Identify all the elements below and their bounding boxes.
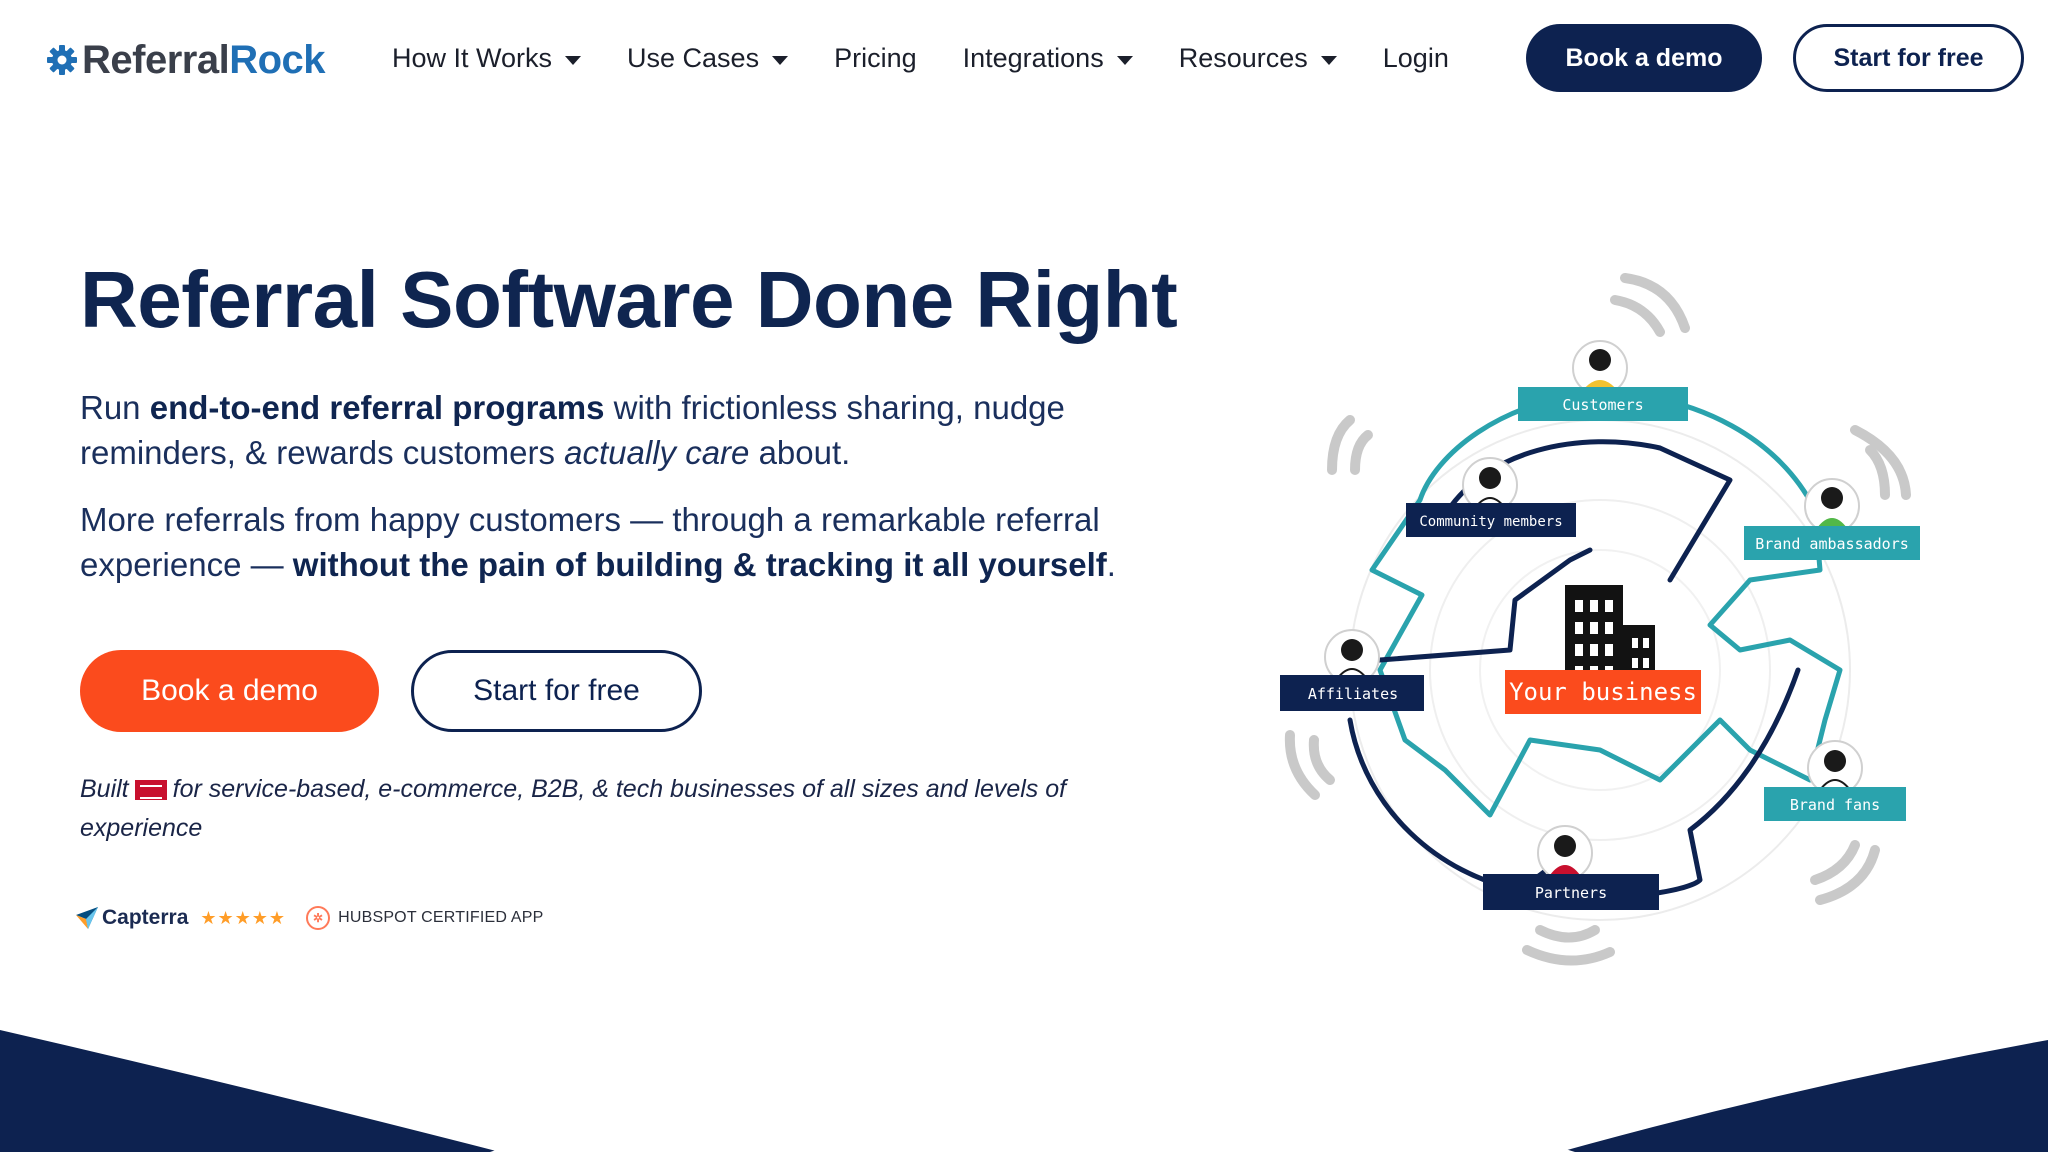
logo-wordmark: ReferralRock bbox=[82, 38, 326, 82]
menu-label: Pricing bbox=[834, 42, 917, 73]
wave-lowleft-2 bbox=[1308, 735, 1335, 785]
chevron-down-icon bbox=[565, 55, 582, 65]
top-nav: ReferralRock How It Works Use Cases Pric… bbox=[0, 0, 2048, 116]
wave-right-1 bbox=[1865, 445, 1890, 500]
partners-label: Partners bbox=[1535, 884, 1607, 902]
menu-resources[interactable]: Resources bbox=[1179, 43, 1337, 74]
capterra-badge[interactable]: Capterra ★★★★★ bbox=[76, 906, 286, 930]
text-run-bold: end-to-end referral programs bbox=[149, 389, 605, 426]
ambassadors-label: Brand ambassadors bbox=[1755, 535, 1909, 553]
capterra-arrow-icon bbox=[76, 907, 98, 929]
avatar-head bbox=[1479, 467, 1501, 489]
hero-book-demo-button[interactable]: Book a demo bbox=[80, 650, 379, 732]
your-business-label: Your business bbox=[1509, 678, 1697, 706]
avatar-head bbox=[1821, 487, 1843, 509]
trust-badges: Capterra ★★★★★ ✲ HUBSPOT CERTIFIED APP bbox=[76, 903, 544, 933]
referralrock-logo[interactable]: ReferralRock bbox=[46, 38, 326, 82]
bottom-wave-decoration bbox=[0, 1030, 2048, 1152]
wave-top-1 bbox=[1610, 295, 1665, 337]
menu-how-it-works[interactable]: How It Works bbox=[392, 42, 582, 74]
canada-flag-icon bbox=[134, 780, 167, 800]
referral-network-diagram: Your business Customers Community member… bbox=[1280, 273, 1920, 966]
wave-bottom-2 bbox=[1522, 945, 1615, 966]
hero-title: Referral Software Done Right bbox=[80, 255, 1178, 344]
menu-integrations[interactable]: Integrations bbox=[963, 43, 1133, 74]
affiliates-label: Affiliates bbox=[1308, 685, 1398, 703]
menu-login[interactable]: Login bbox=[1383, 43, 1449, 74]
menu-label: Integrations bbox=[962, 42, 1104, 73]
community-label: Community members bbox=[1419, 514, 1562, 530]
avatar-head bbox=[1824, 750, 1846, 772]
wave-left-2 bbox=[1350, 430, 1373, 475]
text-run-italic: actually care bbox=[564, 434, 750, 471]
gear-logo-icon bbox=[47, 45, 77, 75]
hero-paragraph-1: Run end-to-end referral programs with fr… bbox=[80, 385, 1210, 475]
nav-book-demo-button[interactable]: Book a demo bbox=[1526, 24, 1762, 92]
hubspot-label: HUBSPOT CERTIFIED APP bbox=[338, 909, 544, 926]
text-run: for service-based, e-commerce, B2B, & te… bbox=[80, 775, 1067, 842]
main-menu: How It Works Use Cases Pricing Integrati… bbox=[392, 38, 1495, 78]
menu-label: Resources bbox=[1178, 42, 1308, 73]
text-run: about. bbox=[749, 434, 851, 471]
chevron-down-icon bbox=[1320, 55, 1337, 65]
avatar-head bbox=[1554, 835, 1576, 857]
avatar-head bbox=[1589, 349, 1611, 371]
hero-start-free-button[interactable]: Start for free bbox=[411, 650, 702, 732]
hubspot-sprocket-icon: ✲ bbox=[306, 906, 331, 930]
menu-label: Login bbox=[1382, 42, 1449, 73]
menu-use-cases[interactable]: Use Cases bbox=[627, 42, 789, 74]
menu-label: How It Works bbox=[392, 42, 553, 73]
text-run: Built bbox=[80, 775, 129, 803]
text-run-bold: without the pain of building & tracking … bbox=[292, 546, 1107, 583]
nav-start-free-button[interactable]: Start for free bbox=[1793, 24, 2024, 92]
logo-word-rock: Rock bbox=[229, 38, 326, 82]
wave-lowright-1 bbox=[1810, 840, 1860, 885]
wave-bottom-1 bbox=[1535, 925, 1600, 943]
menu-pricing[interactable]: Pricing bbox=[834, 43, 917, 74]
chevron-down-icon bbox=[772, 55, 789, 65]
text-run: Run bbox=[80, 389, 150, 426]
menu-label: Use Cases bbox=[627, 42, 760, 73]
hubspot-badge[interactable]: ✲ HUBSPOT CERTIFIED APP bbox=[306, 906, 543, 930]
customers-label: Customers bbox=[1562, 396, 1643, 414]
chevron-down-icon bbox=[1116, 55, 1133, 65]
logo-word-referral: Referral bbox=[82, 38, 230, 82]
fans-label: Brand fans bbox=[1790, 796, 1880, 814]
rating-stars: ★★★★★ bbox=[200, 907, 287, 928]
avatar-head bbox=[1341, 639, 1363, 661]
capterra-label: Capterra bbox=[102, 906, 189, 929]
text-run: . bbox=[1106, 546, 1116, 583]
wave-left-1 bbox=[1327, 415, 1355, 475]
built-for-text: Built for service-based, e-commerce, B2B,… bbox=[80, 770, 1120, 848]
hero-paragraph-2: More referrals from happy customers — th… bbox=[80, 497, 1210, 587]
